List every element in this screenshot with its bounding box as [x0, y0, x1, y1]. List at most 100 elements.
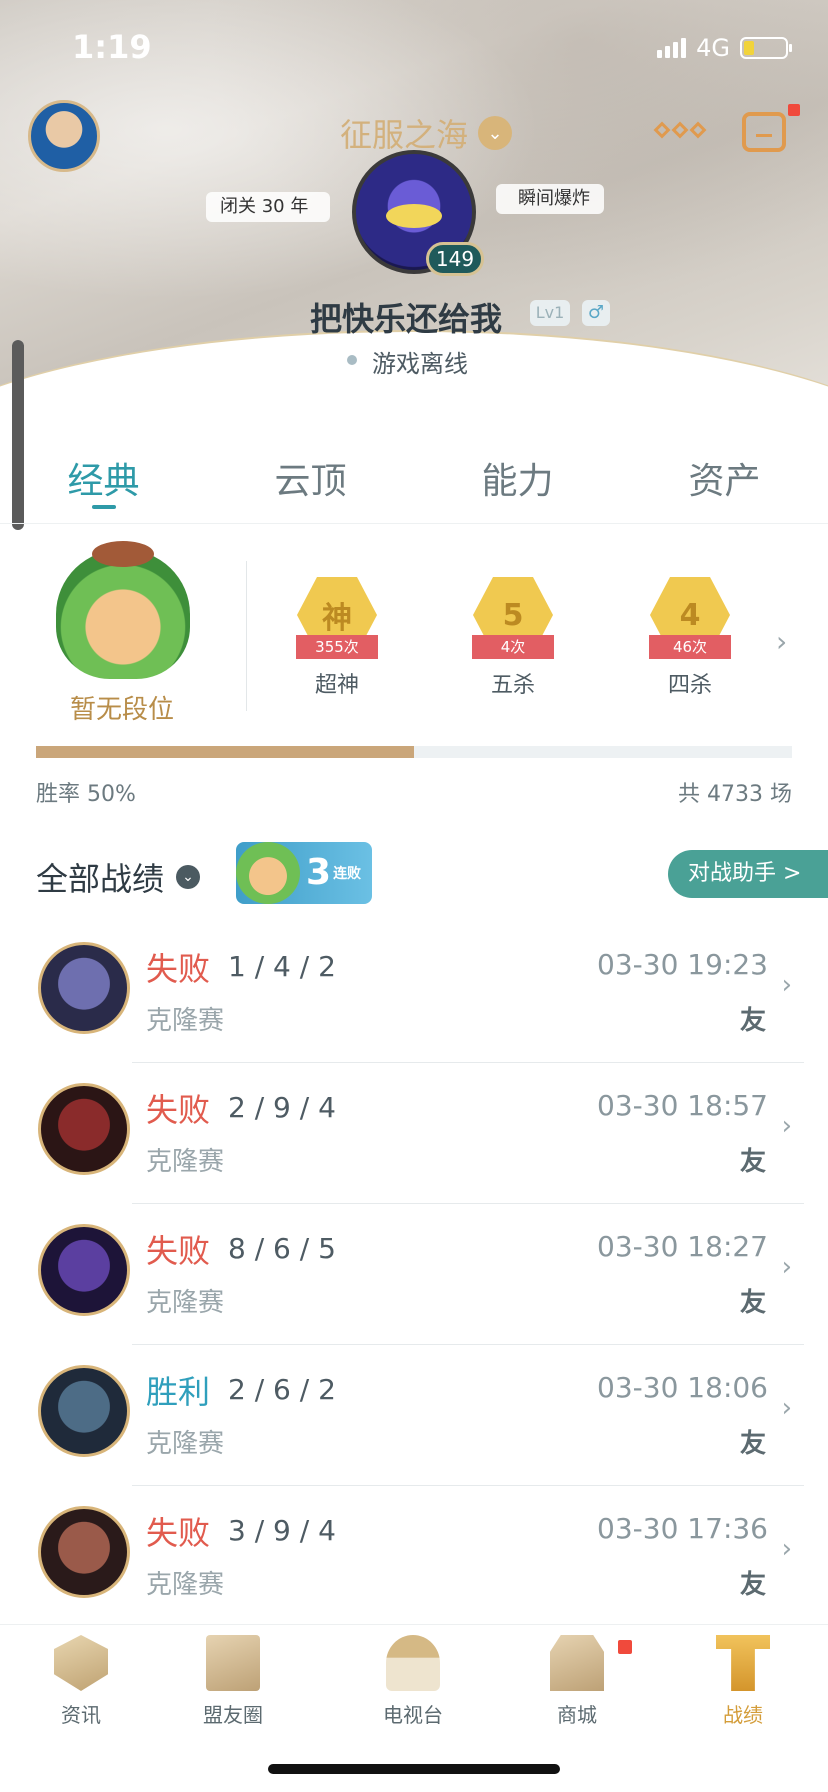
gender-male-icon: ♂ — [582, 300, 610, 326]
match-result: 失败 — [146, 1514, 211, 1552]
tab-classic[interactable]: 经典 — [0, 440, 207, 523]
realm-selector[interactable]: 征服之海 ⌄ — [340, 110, 513, 156]
shop-notification-dot — [618, 1640, 632, 1654]
home-indicator[interactable] — [268, 1764, 560, 1774]
match-mode: 克隆赛 — [146, 1429, 225, 1459]
nav-tv[interactable]: 电视台 — [358, 1635, 468, 1728]
nav-news[interactable]: 资讯 — [26, 1635, 136, 1728]
match-result: 失败 — [146, 1091, 211, 1129]
achievement-pentakill[interactable]: 5 4次 五杀 — [468, 577, 558, 699]
nav-label: 战绩 — [723, 1703, 763, 1727]
records-filter[interactable]: 全部战绩 ⌄ — [36, 854, 201, 900]
status-time: 1:19 — [72, 28, 152, 66]
user-avatar[interactable] — [28, 100, 100, 172]
streak-text: 连败 — [333, 866, 362, 882]
realm-name: 征服之海 — [340, 116, 469, 154]
divider — [246, 561, 247, 711]
achievement-label: 四杀 — [667, 673, 712, 698]
nav-label: 商城 — [557, 1703, 597, 1727]
achievement-count: 355次 — [296, 635, 378, 659]
nav-shop[interactable]: 商城 — [522, 1635, 632, 1728]
achievement-label: 超神 — [314, 673, 359, 698]
match-kda: 3 / 9 / 4 — [228, 1514, 336, 1547]
match-mode: 克隆赛 — [146, 1147, 225, 1177]
winrate-bar — [36, 746, 792, 758]
friend-tag: 友 — [739, 1570, 766, 1600]
battery-icon — [740, 37, 792, 59]
achievement-count: 46次 — [649, 635, 731, 659]
chevron-right-icon: › — [781, 970, 792, 1000]
level-badge: 149 — [426, 242, 484, 276]
dropdown-icon: ⌄ — [176, 865, 201, 889]
chevron-right-icon: › — [781, 1252, 792, 1282]
teemo-rank-icon — [56, 541, 190, 679]
tv-icon — [386, 1635, 440, 1691]
match-mode: 克隆赛 — [146, 1570, 225, 1600]
tab-ability[interactable]: 能力 — [414, 440, 621, 523]
total-matches: 共 4733 场 — [678, 782, 792, 807]
nav-label: 电视台 — [383, 1703, 443, 1727]
friends-icon — [206, 1635, 260, 1691]
achievement-quadrakill[interactable]: 4 46次 四杀 — [645, 577, 735, 699]
match-row[interactable]: 失败 1 / 4 / 2 03-30 19:23 克隆赛 友 › — [0, 922, 828, 1063]
match-time: 03-30 17:36 — [597, 1512, 768, 1545]
match-row[interactable]: 失败 2 / 9 / 4 03-30 18:57 克隆赛 友 › — [0, 1063, 828, 1204]
nav-label: 盟友圈 — [203, 1703, 263, 1727]
tab-tft[interactable]: 云顶 — [207, 440, 414, 523]
chevron-right-icon: › — [781, 1393, 792, 1423]
friend-tag: 友 — [739, 1006, 766, 1036]
match-result: 胜利 — [146, 1373, 211, 1411]
more-icon[interactable] — [653, 118, 707, 142]
match-kda: 8 / 6 / 5 — [228, 1232, 336, 1265]
status-bar-right: 4G — [657, 34, 792, 62]
online-status: 游戏离线 — [372, 350, 468, 378]
friend-tag: 友 — [739, 1429, 766, 1459]
match-time: 03-30 18:57 — [597, 1089, 768, 1122]
right-tag: 瞬间爆炸 — [496, 184, 604, 214]
match-row[interactable]: 胜利 2 / 6 / 2 03-30 18:06 克隆赛 友 › — [0, 1345, 828, 1486]
match-kda: 1 / 4 / 2 — [228, 950, 336, 983]
message-icon[interactable] — [742, 112, 786, 152]
match-mode: 克隆赛 — [146, 1006, 225, 1036]
chevron-right-icon[interactable]: › — [776, 625, 787, 658]
lv-badge: Lv1 — [530, 300, 570, 326]
match-time: 03-30 19:23 — [597, 948, 768, 981]
nav-label: 资讯 — [61, 1703, 101, 1727]
tab-bar: 经典 云顶 能力 资产 — [0, 440, 828, 524]
chevron-down-icon: ⌄ — [478, 116, 513, 150]
battle-assistant-button[interactable]: 对战助手 > — [668, 850, 828, 898]
nickname: 把快乐还给我 — [310, 300, 503, 338]
match-kda: 2 / 9 / 4 — [228, 1091, 336, 1124]
network-label: 4G — [696, 34, 730, 62]
rank-label: 暂无段位 — [70, 695, 175, 725]
achievement-label: 五杀 — [490, 673, 535, 698]
shop-icon — [550, 1635, 604, 1691]
nav-friends[interactable]: 盟友圈 — [178, 1635, 288, 1728]
match-result: 失败 — [146, 950, 211, 988]
rank-section: 暂无段位 神 355次 超神 5 4次 五杀 4 46次 四杀 › — [0, 525, 828, 725]
records-icon — [716, 1635, 770, 1691]
notification-dot — [788, 104, 800, 116]
tab-assets[interactable]: 资产 — [621, 440, 828, 523]
chevron-right-icon: › — [781, 1534, 792, 1564]
match-result: 失败 — [146, 1232, 211, 1270]
match-row[interactable]: 失败 3 / 9 / 4 03-30 17:36 克隆赛 友 › — [0, 1486, 828, 1627]
match-kda: 2 / 6 / 2 — [228, 1373, 336, 1406]
achievement-count: 4次 — [472, 635, 554, 659]
match-time: 03-30 18:06 — [597, 1371, 768, 1404]
friend-tag: 友 — [739, 1288, 766, 1318]
match-row[interactable]: 失败 8 / 6 / 5 03-30 18:27 克隆赛 友 › — [0, 1204, 828, 1345]
champion-avatar — [38, 1506, 130, 1598]
left-tag: 闭关 30 年 — [206, 192, 331, 222]
losing-streak-badge: 3 连败 — [236, 842, 372, 904]
match-mode: 克隆赛 — [146, 1288, 225, 1318]
app-screen: 1:19 4G 征服之海 ⌄ 闭关 30 年 瞬间爆炸 149 把快乐还给我 L… — [0, 0, 828, 1792]
champion-avatar — [38, 1224, 130, 1316]
status-dot — [347, 355, 357, 365]
chevron-right-icon: › — [781, 1111, 792, 1141]
achievement-godlike[interactable]: 神 355次 超神 — [292, 577, 382, 699]
records-title: 全部战绩 — [36, 860, 165, 898]
signal-icon — [657, 38, 687, 58]
nav-records[interactable]: 战绩 — [688, 1635, 798, 1728]
champion-avatar — [38, 942, 130, 1034]
